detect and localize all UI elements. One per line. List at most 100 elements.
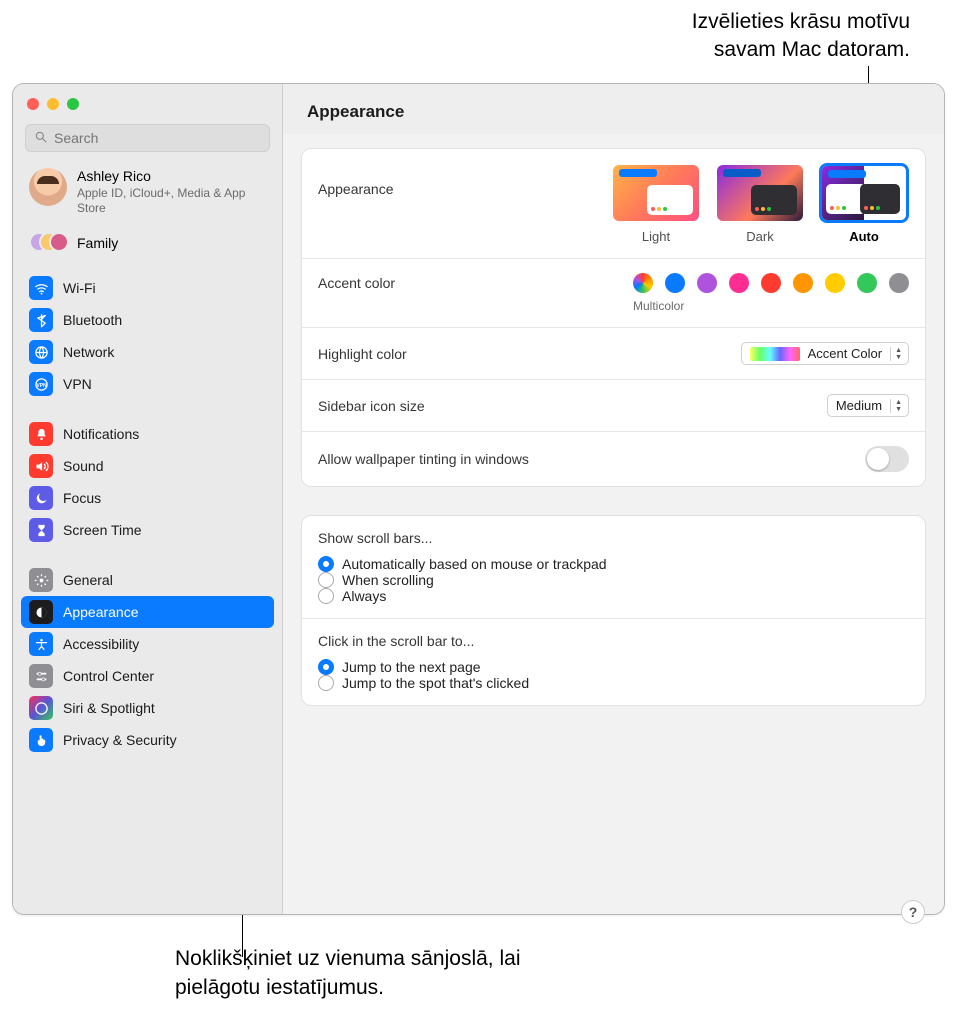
sound-icon [29,454,53,478]
minimize-button[interactable] [47,98,59,110]
appearance-option-auto[interactable]: Auto [819,163,909,244]
search-input[interactable] [54,130,261,146]
sidebar-item-network[interactable]: Network [21,336,274,368]
sidebar-item-notifications[interactable]: Notifications [21,418,274,450]
accent-green[interactable] [857,273,877,293]
sidebar-item-focus[interactable]: Focus [21,482,274,514]
scrollclick-group: Click in the scroll bar to... Jump to th… [318,633,909,691]
sidebar-item-label: Screen Time [63,522,142,538]
siri-icon [29,696,53,720]
sidebar-icon-size-label: Sidebar icon size [318,398,425,414]
radio-icon [318,659,334,675]
highlight-label: Highlight color [318,346,407,362]
appearance-icon [29,600,53,624]
scrollclick-option-label: Jump to the next page [342,659,481,675]
bluetooth-icon [29,308,53,332]
scrollclick-title: Click in the scroll bar to... [318,633,909,649]
sidebar-item-appearance[interactable]: Appearance [21,596,274,628]
sidebar-item-accessibility[interactable]: Accessibility [21,628,274,660]
sidebar-item-bluetooth[interactable]: Bluetooth [21,304,274,336]
appearance-panel: Appearance LightDarkAuto Accent color Mu… [301,148,926,487]
stepper-icon: ▲▼ [890,399,902,413]
moon-icon [29,486,53,510]
scrollbars-title: Show scroll bars... [318,530,909,546]
radio-icon [318,556,334,572]
highlight-popup[interactable]: Accent Color ▲▼ [741,342,909,365]
thumb-light [611,163,701,223]
family-label: Family [77,235,118,251]
page-title: Appearance [283,84,944,134]
accent-multi[interactable] [633,273,653,293]
stepper-icon: ▲▼ [890,347,902,361]
sidebar-item-sound[interactable]: Sound [21,450,274,482]
sidebar-item-label: Wi-Fi [63,280,96,296]
scrollclick-option-0[interactable]: Jump to the next page [318,659,909,675]
sidebar-item-label: Privacy & Security [63,732,177,748]
callout-top: Izvēlieties krāsu motīvu savam Mac dator… [390,8,910,65]
scrollbars-option-2[interactable]: Always [318,588,909,604]
user-avatar [29,168,67,206]
accent-red[interactable] [761,273,781,293]
sidebar-item-label: Accessibility [63,636,139,652]
appearance-option-dark[interactable]: Dark [715,163,805,244]
sidebar-item-label: Control Center [63,668,154,684]
zoom-button[interactable] [67,98,79,110]
scrollclick-option-1[interactable]: Jump to the spot that's clicked [318,675,909,691]
user-subtitle: Apple ID, iCloud+, Media & App Store [77,186,266,216]
radio-icon [318,675,334,691]
scrollclick-option-label: Jump to the spot that's clicked [342,675,529,691]
user-name: Ashley Rico [77,168,266,184]
sidebar-item-wi-fi[interactable]: Wi-Fi [21,272,274,304]
accent-orange[interactable] [793,273,813,293]
highlight-value: Accent Color [808,346,882,361]
sidebar-icon-size-popup[interactable]: Medium ▲▼ [827,394,909,417]
help-button[interactable]: ? [901,900,925,924]
appearance-option-label: Dark [715,229,805,244]
settings-window: Ashley Rico Apple ID, iCloud+, Media & A… [12,83,945,915]
sidebar-item-general[interactable]: General [21,564,274,596]
accent-yellow[interactable] [825,273,845,293]
search-field[interactable] [25,124,270,152]
accent-selected-label: Multicolor [633,299,684,313]
window-controls [13,84,282,120]
gear-icon [29,568,53,592]
sidebar-item-label: Siri & Spotlight [63,700,155,716]
wallpaper-tint-toggle[interactable] [865,446,909,472]
appearance-option-light[interactable]: Light [611,163,701,244]
scrollbars-group: Show scroll bars... Automatically based … [318,530,909,604]
vpn-icon: VPN [29,372,53,396]
sidebar-item-control-center[interactable]: Control Center [21,660,274,692]
accent-purple[interactable] [697,273,717,293]
thumb-dark [715,163,805,223]
close-button[interactable] [27,98,39,110]
sidebar-item-privacy-security[interactable]: Privacy & Security [21,724,274,756]
scrollbars-option-label: Always [342,588,386,604]
accent-blue[interactable] [665,273,685,293]
sidebar-item-label: Notifications [63,426,139,442]
accent-swatches [633,273,909,293]
sidebar: Ashley Rico Apple ID, iCloud+, Media & A… [13,84,283,914]
appearance-label: Appearance [318,163,394,197]
sidebar-item-vpn[interactable]: VPNVPN [21,368,274,400]
accent-graphite[interactable] [889,273,909,293]
sidebar-item-screen-time[interactable]: Screen Time [21,514,274,546]
family-avatars-icon [29,232,67,254]
bell-icon [29,422,53,446]
sidebar-item-label: Bluetooth [63,312,122,328]
scrollbars-option-0[interactable]: Automatically based on mouse or trackpad [318,556,909,572]
sidebar-item-label: General [63,572,113,588]
family-row[interactable]: Family [13,226,282,268]
controls-icon [29,664,53,688]
appearance-option-label: Light [611,229,701,244]
sidebar-item-siri-spotlight[interactable]: Siri & Spotlight [21,692,274,724]
hourglass-icon [29,518,53,542]
content-area: Appearance Appearance Light Dark Auto Acce… [283,84,944,914]
apple-id-row[interactable]: Ashley Rico Apple ID, iCloud+, Media & A… [13,162,282,226]
wifi-icon [29,276,53,300]
accent-pink[interactable] [729,273,749,293]
sidebar-list: Wi-Fi Bluetooth NetworkVPNVPN Notifications… [13,268,282,764]
wallpaper-tint-label: Allow wallpaper tinting in windows [318,451,529,467]
highlight-gradient-icon [750,347,800,361]
scrollbars-option-1[interactable]: When scrolling [318,572,909,588]
appearance-option-label: Auto [819,229,909,244]
